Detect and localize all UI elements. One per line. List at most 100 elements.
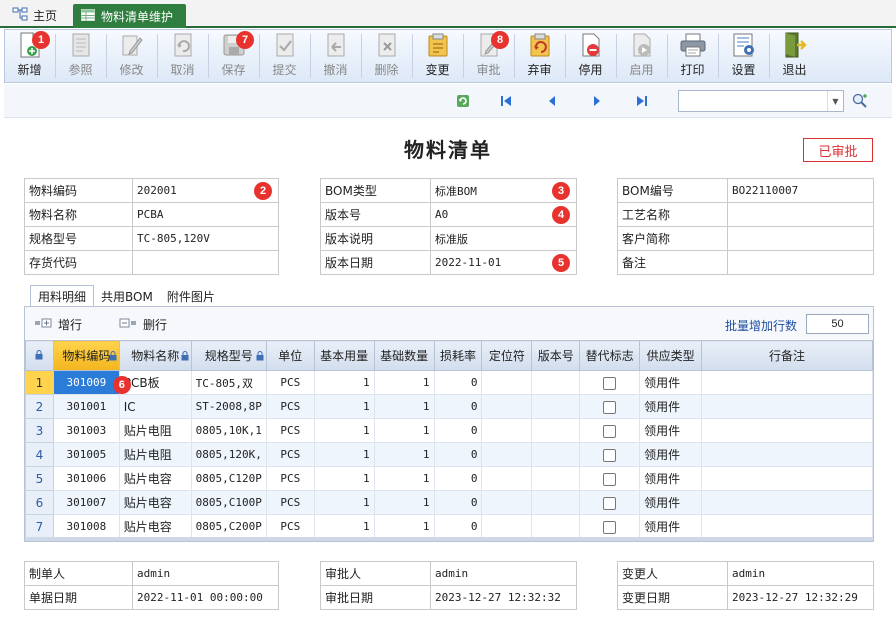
loss-rate-cell[interactable]: 0 bbox=[433, 514, 483, 539]
row-remark-cell[interactable] bbox=[701, 370, 873, 395]
revoke-button[interactable]: 撤消 bbox=[311, 30, 361, 82]
grid-corner-header[interactable] bbox=[25, 340, 54, 371]
settings-button[interactable]: 设置 bbox=[719, 30, 769, 82]
print-button[interactable]: 打印 bbox=[668, 30, 718, 82]
substitute-flag-cell[interactable] bbox=[579, 418, 641, 443]
unit-cell[interactable]: PCS bbox=[265, 370, 315, 395]
table-row[interactable]: 5 301006 贴片电容 0805,C120P PCS 1 1 0 领用件 bbox=[25, 466, 873, 491]
field-value[interactable]: 标准版 bbox=[430, 226, 577, 251]
field-value[interactable] bbox=[727, 250, 874, 275]
material-name-cell[interactable]: 贴片电阻 bbox=[118, 418, 192, 443]
disable-button[interactable]: 停用 bbox=[566, 30, 616, 82]
tab-home[interactable]: 主页 bbox=[6, 4, 63, 26]
base-qty-cell[interactable]: 1 bbox=[373, 490, 435, 515]
field-value[interactable]: 2023-12-27 12:32:29 bbox=[727, 585, 874, 610]
field-value[interactable] bbox=[727, 202, 874, 227]
field-value[interactable]: admin bbox=[430, 561, 577, 586]
field-value[interactable]: admin bbox=[727, 561, 874, 586]
base-qty-cell[interactable]: 1 bbox=[373, 418, 435, 443]
substitute-flag-cell[interactable] bbox=[579, 442, 641, 467]
substitute-flag-cell[interactable] bbox=[579, 394, 641, 419]
grid-column-header[interactable]: 物料名称 bbox=[118, 340, 192, 371]
edit-button[interactable]: 修改 bbox=[107, 30, 157, 82]
row-remark-cell[interactable] bbox=[701, 514, 873, 539]
approve-button[interactable]: 审批 8 bbox=[464, 30, 514, 82]
supply-type-cell[interactable]: 领用件 bbox=[639, 514, 703, 539]
tab-attachments[interactable]: 附件图片 bbox=[160, 285, 222, 307]
field-value[interactable]: 2023-12-27 12:32:32 bbox=[430, 585, 577, 610]
material-name-cell[interactable]: IC bbox=[118, 394, 192, 419]
unit-cell[interactable]: PCS bbox=[265, 442, 315, 467]
spec-cell[interactable]: ST-2008,8P bbox=[190, 394, 267, 419]
basic-qty-cell[interactable]: 1 bbox=[313, 490, 375, 515]
material-name-cell[interactable]: 贴片电容 bbox=[118, 490, 192, 515]
locator-cell[interactable] bbox=[481, 394, 533, 419]
row-number[interactable]: 6 bbox=[25, 490, 54, 515]
version-cell[interactable] bbox=[531, 394, 581, 419]
row-number[interactable]: 5 bbox=[25, 466, 54, 491]
substitute-checkbox[interactable] bbox=[603, 448, 617, 462]
version-cell[interactable] bbox=[531, 490, 581, 515]
field-value[interactable]: 2022-11-01 5 bbox=[430, 250, 577, 275]
loss-rate-cell[interactable]: 0 bbox=[433, 418, 483, 443]
new-button[interactable]: 新增 1 bbox=[5, 30, 55, 82]
supply-type-cell[interactable]: 领用件 bbox=[639, 442, 703, 467]
loss-rate-cell[interactable]: 0 bbox=[433, 466, 483, 491]
field-value[interactable]: PCBA bbox=[132, 202, 279, 227]
base-qty-cell[interactable]: 1 bbox=[373, 466, 435, 491]
unapprove-button[interactable]: 弃审 bbox=[515, 30, 565, 82]
row-remark-cell[interactable] bbox=[701, 442, 873, 467]
spec-cell[interactable]: 0805,C120P bbox=[190, 466, 267, 491]
row-number[interactable]: 7 bbox=[25, 514, 54, 539]
row-remark-cell[interactable] bbox=[701, 394, 873, 419]
table-row[interactable]: 7 301008 贴片电容 0805,C200P PCS 1 1 0 领用件 bbox=[25, 514, 873, 539]
table-row[interactable]: 3 301003 贴片电阻 0805,10K,1 PCS 1 1 0 领用件 bbox=[25, 418, 873, 443]
locator-cell[interactable] bbox=[481, 466, 533, 491]
field-value[interactable]: admin bbox=[132, 561, 279, 586]
field-value[interactable]: A0 4 bbox=[430, 202, 577, 227]
version-cell[interactable] bbox=[531, 442, 581, 467]
basic-qty-cell[interactable]: 1 bbox=[313, 370, 375, 395]
material-code-cell[interactable]: 301005 bbox=[52, 442, 120, 467]
basic-qty-cell[interactable]: 1 bbox=[313, 466, 375, 491]
material-code-cell[interactable]: 301003 bbox=[52, 418, 120, 443]
row-number[interactable]: 2 bbox=[25, 394, 54, 419]
cancel-button[interactable]: 取消 bbox=[158, 30, 208, 82]
tab-material-details[interactable]: 用料明细 bbox=[30, 285, 95, 307]
loss-rate-cell[interactable]: 0 bbox=[433, 490, 483, 515]
locator-cell[interactable] bbox=[481, 514, 533, 539]
field-value[interactable]: 2022-11-01 00:00:00 bbox=[132, 585, 279, 610]
base-qty-cell[interactable]: 1 bbox=[373, 394, 435, 419]
version-cell[interactable] bbox=[531, 418, 581, 443]
material-code-cell[interactable]: 301008 bbox=[52, 514, 120, 539]
spec-cell[interactable]: 0805,120K, bbox=[190, 442, 267, 467]
unit-cell[interactable]: PCS bbox=[265, 418, 315, 443]
material-code-cell[interactable]: 301001 bbox=[52, 394, 120, 419]
basic-qty-cell[interactable]: 1 bbox=[313, 514, 375, 539]
grid-column-header[interactable]: 版本号 bbox=[531, 340, 581, 371]
material-code-cell[interactable]: 301006 bbox=[52, 466, 120, 491]
row-remark-cell[interactable] bbox=[701, 418, 873, 443]
material-name-cell[interactable]: 贴片电容 bbox=[118, 466, 192, 491]
substitute-checkbox[interactable] bbox=[603, 424, 617, 438]
substitute-checkbox[interactable] bbox=[603, 400, 617, 414]
delete-row-button[interactable]: 删行 bbox=[119, 316, 167, 333]
enable-button[interactable]: 启用 bbox=[617, 30, 667, 82]
spec-cell[interactable]: TC-805,双 bbox=[190, 370, 267, 395]
unit-cell[interactable]: PCS bbox=[265, 490, 315, 515]
refresh-icon[interactable] bbox=[455, 93, 471, 109]
unit-cell[interactable]: PCS bbox=[265, 514, 315, 539]
batch-add-rows-input[interactable]: 50 bbox=[806, 314, 869, 334]
grid-column-header[interactable]: 基本用量 bbox=[313, 340, 375, 371]
add-row-button[interactable]: 增行 bbox=[34, 316, 82, 333]
material-code-cell[interactable]: 301009 6 bbox=[52, 370, 131, 395]
row-number[interactable]: 1 bbox=[25, 370, 54, 395]
basic-qty-cell[interactable]: 1 bbox=[313, 418, 375, 443]
reference-button[interactable]: 参照 bbox=[56, 30, 106, 82]
grid-column-header[interactable]: 替代标志 bbox=[579, 340, 641, 371]
search-icon[interactable] bbox=[852, 93, 868, 109]
material-name-cell[interactable]: 贴片电容 bbox=[118, 514, 192, 539]
field-value[interactable]: TC-805,120V bbox=[132, 226, 279, 251]
version-cell[interactable] bbox=[531, 466, 581, 491]
table-row[interactable]: 6 301007 贴片电容 0805,C100P PCS 1 1 0 领用件 bbox=[25, 490, 873, 515]
